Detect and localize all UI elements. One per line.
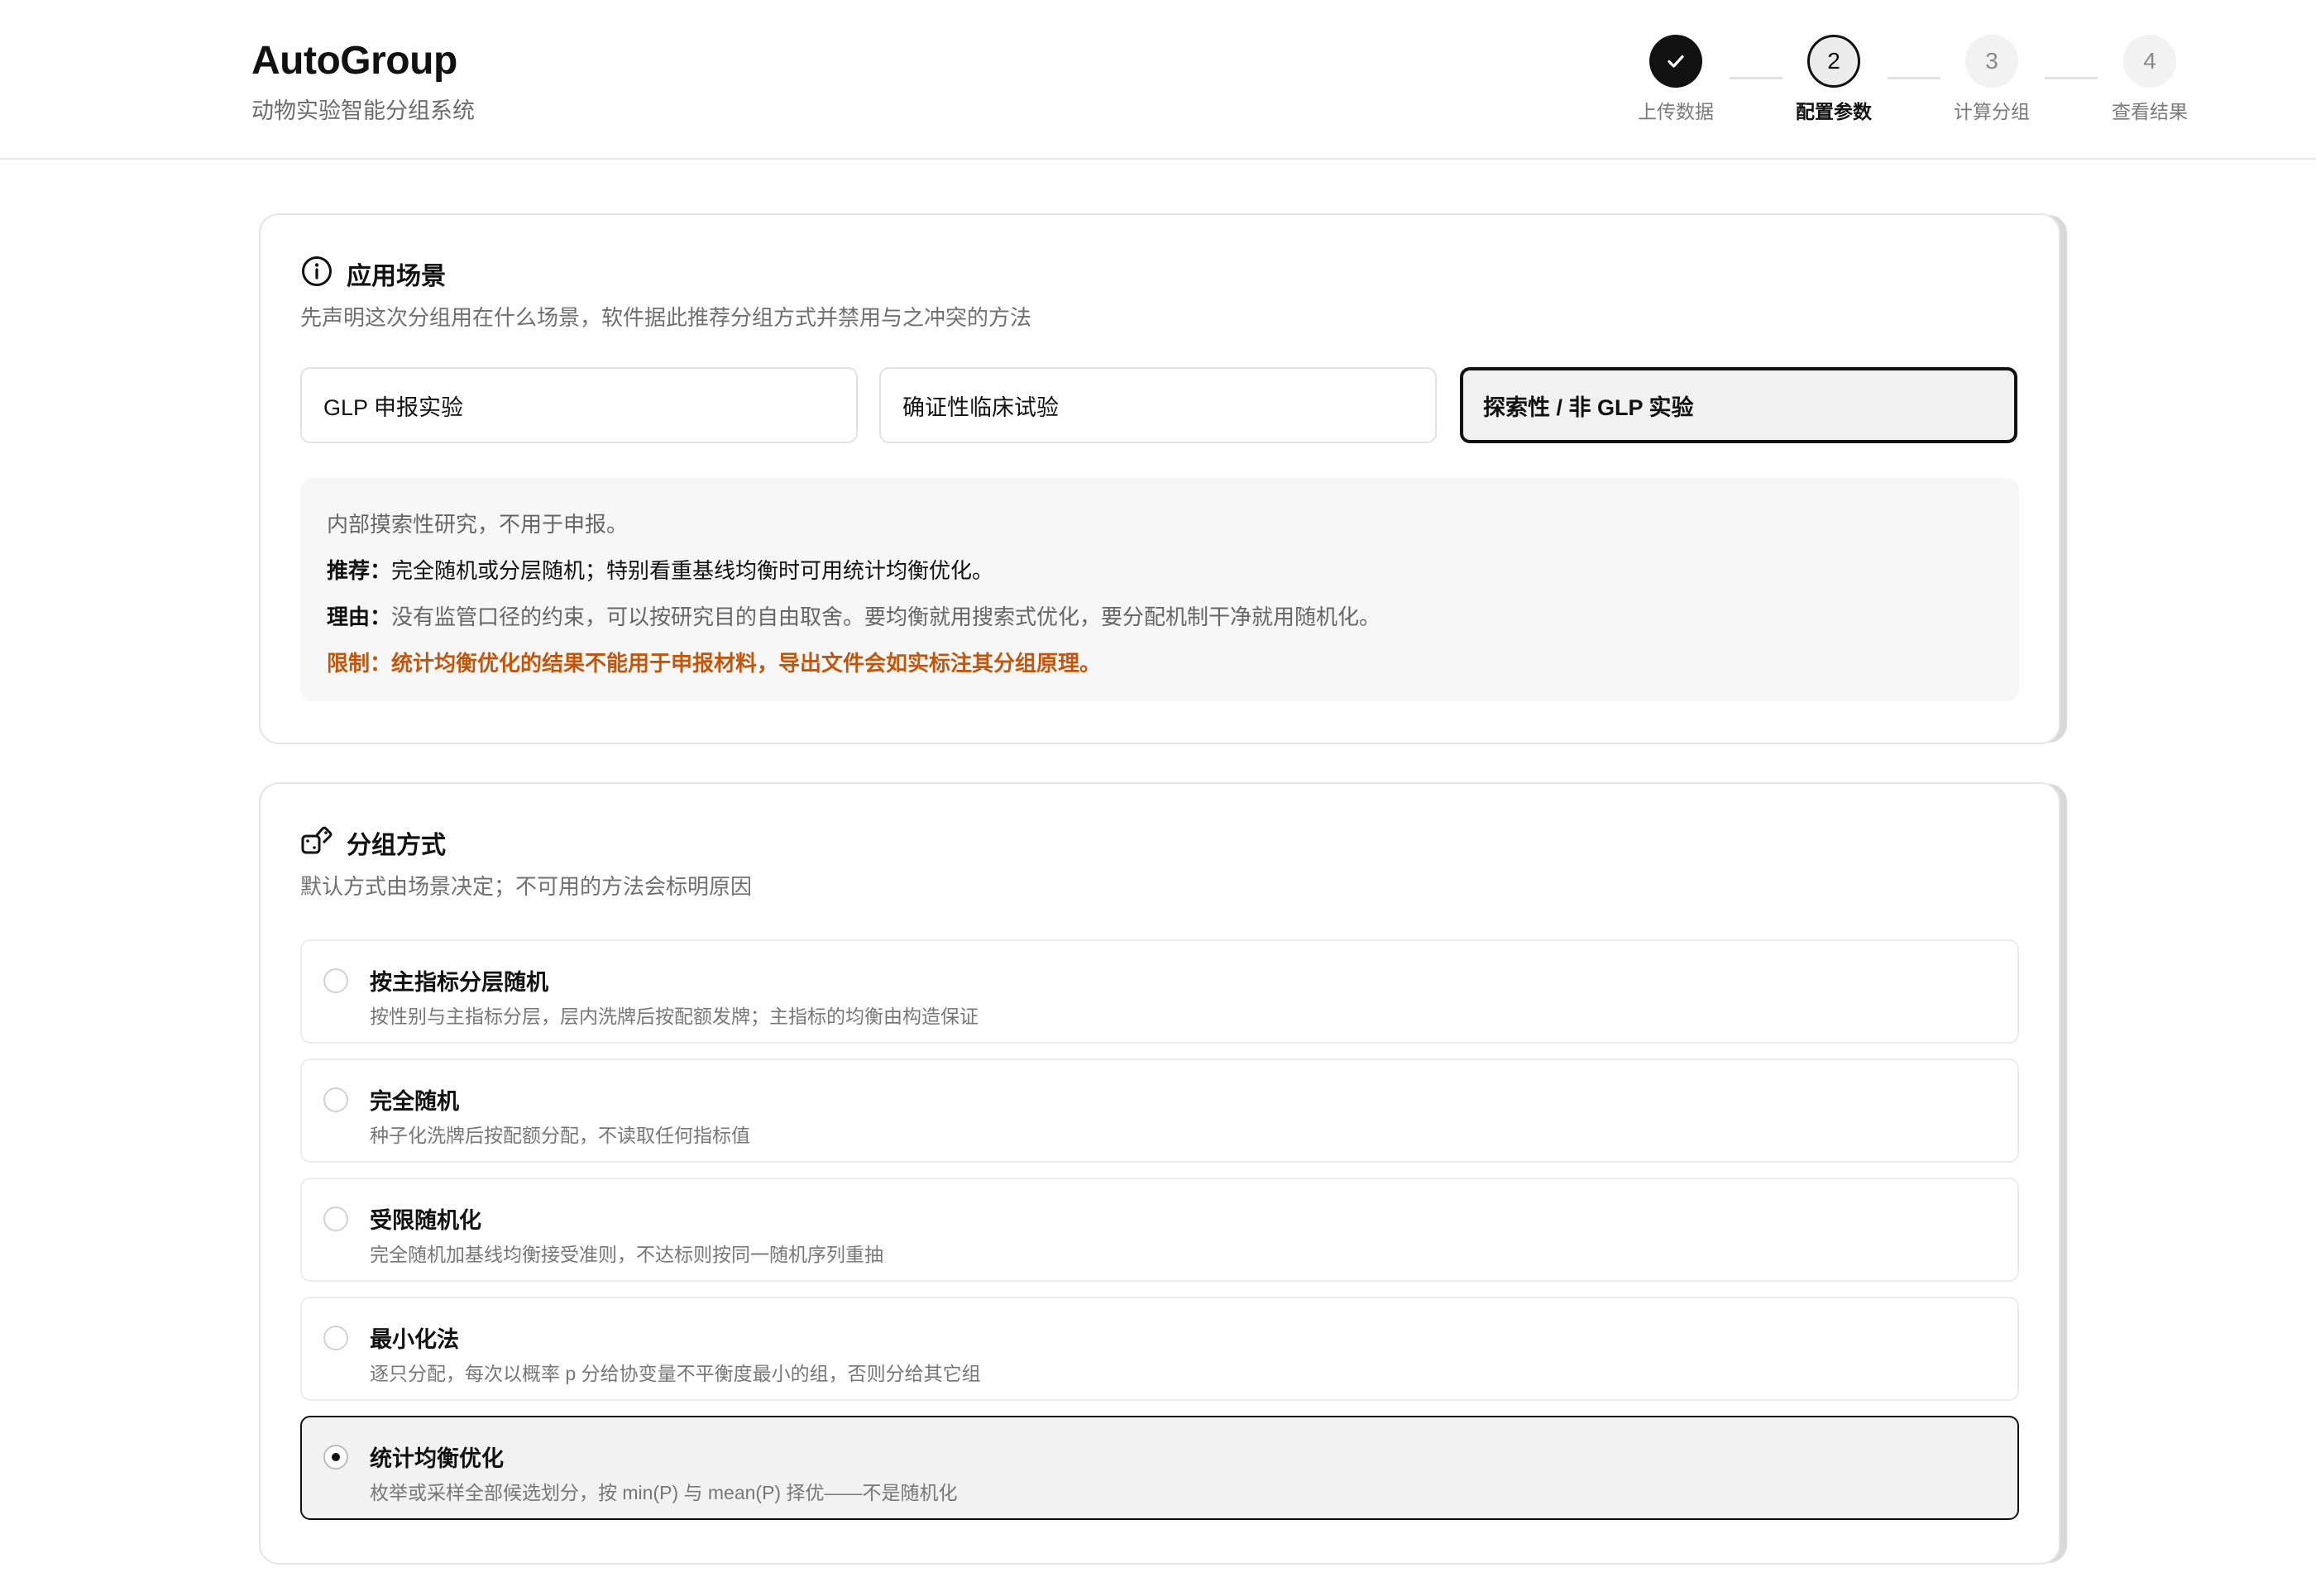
info-summary: 内部摸索性研究，不用于申报。 xyxy=(327,512,629,537)
check-icon xyxy=(1649,35,1702,88)
reason-text: 没有监管口径的约束，可以按研究目的自由取舍。要均衡就用搜索式优化，要分配机制干净… xyxy=(391,604,1381,629)
info-icon xyxy=(300,255,333,292)
step-results[interactable]: 4 查看结果 xyxy=(2084,35,2216,124)
method-title: 分组方式 xyxy=(347,831,446,859)
step-upload[interactable]: 上传数据 xyxy=(1610,35,1742,124)
step-number: 3 xyxy=(1965,35,2018,88)
recommend-label: 推荐： xyxy=(327,558,392,583)
radio-button[interactable] xyxy=(323,1207,348,1231)
method-description: 默认方式由场景决定；不可用的方法会标明原因 xyxy=(300,874,753,899)
scenario-info-box: 内部摸索性研究，不用于申报。 推荐：完全随机或分层随机；特别看重基线均衡时可用统… xyxy=(300,478,2019,701)
radio-button[interactable] xyxy=(323,1087,348,1112)
method-option-minimization[interactable]: 最小化法 逐只分配，每次以概率 p 分给协变量不平衡度最小的组，否则分给其它组 xyxy=(300,1297,2019,1401)
method-option-balance-optimization[interactable]: 统计均衡优化 枚举或采样全部候选划分，按 min(P) 与 mean(P) 择优… xyxy=(300,1416,2019,1520)
step-label: 计算分组 xyxy=(1954,101,2030,122)
reason-label: 理由： xyxy=(327,604,392,629)
scenario-description: 先声明这次分组用在什么场景，软件据此推荐分组方式并禁用与之冲突的方法 xyxy=(300,305,1032,330)
method-name: 受限随机化 xyxy=(370,1208,481,1233)
method-option-complete-random[interactable]: 完全随机 种子化洗牌后按配额分配，不读取任何指标值 xyxy=(300,1058,2019,1163)
method-name: 按主指标分层随机 xyxy=(370,970,548,995)
step-compute[interactable]: 3 计算分组 xyxy=(1926,35,2058,124)
step-label: 上传数据 xyxy=(1638,101,1714,122)
radio-button-selected[interactable] xyxy=(323,1445,348,1469)
scenario-option-clinical[interactable]: 确证性临床试验 xyxy=(879,367,1437,443)
method-card: 分组方式 默认方式由场景决定；不可用的方法会标明原因 按主指标分层随机 按性别与… xyxy=(259,782,2060,1565)
method-header: 分组方式 xyxy=(300,824,446,861)
limit-text: 统计均衡优化的结果不能用于申报材料，导出文件会如实标注其分组原理。 xyxy=(391,651,1102,676)
dice-icon xyxy=(300,824,333,861)
method-name: 最小化法 xyxy=(370,1327,459,1352)
app-subtitle: 动物实验智能分组系统 xyxy=(251,98,475,123)
method-desc: 完全随机加基线均衡接受准则，不达标则按同一随机序列重抽 xyxy=(370,1244,883,1265)
info-recommendation: 推荐：完全随机或分层随机；特别看重基线均衡时可用统计均衡优化。 xyxy=(327,554,993,585)
method-desc: 按性别与主指标分层，层内洗牌后按配额发牌；主指标的均衡由构造保证 xyxy=(370,1006,979,1027)
scenario-title: 应用场景 xyxy=(347,262,446,290)
recommend-text: 完全随机或分层随机；特别看重基线均衡时可用统计均衡优化。 xyxy=(391,558,994,583)
info-limitation: 限制：统计均衡优化的结果不能用于申报材料，导出文件会如实标注其分组原理。 xyxy=(327,647,1101,677)
step-number: 2 xyxy=(1807,35,1860,88)
step-configure[interactable]: 2 配置参数 xyxy=(1768,35,1900,124)
method-desc: 逐只分配，每次以概率 p 分给协变量不平衡度最小的组，否则分给其它组 xyxy=(370,1363,981,1384)
scenario-header: 应用场景 xyxy=(300,255,446,292)
method-desc: 种子化洗牌后按配额分配，不读取任何指标值 xyxy=(370,1125,750,1146)
radio-button[interactable] xyxy=(323,1326,348,1350)
scenario-card: 应用场景 先声明这次分组用在什么场景，软件据此推荐分组方式并禁用与之冲突的方法 … xyxy=(259,213,2060,744)
step-number: 4 xyxy=(2123,35,2176,88)
radio-dot xyxy=(332,1453,340,1461)
scenario-option-glp[interactable]: GLP 申报实验 xyxy=(300,367,858,443)
scenario-option-exploratory[interactable]: 探索性 / 非 GLP 实验 xyxy=(1460,367,2017,443)
method-name: 统计均衡优化 xyxy=(370,1446,504,1471)
info-reason: 理由：没有监管口径的约束，可以按研究目的自由取舍。要均衡就用搜索式优化，要分配机… xyxy=(327,600,1381,631)
method-option-restricted[interactable]: 受限随机化 完全随机加基线均衡接受准则，不达标则按同一随机序列重抽 xyxy=(300,1178,2019,1282)
step-label: 配置参数 xyxy=(1796,101,1872,122)
radio-button[interactable] xyxy=(323,968,348,993)
method-desc: 枚举或采样全部候选划分，按 min(P) 与 mean(P) 择优——不是随机化 xyxy=(370,1482,958,1503)
method-option-stratified[interactable]: 按主指标分层随机 按性别与主指标分层，层内洗牌后按配额发牌；主指标的均衡由构造保… xyxy=(300,939,2019,1044)
app-header: AutoGroup 动物实验智能分组系统 上传数据 2 配置参数 3 计算分组 … xyxy=(0,0,2316,160)
app-title: AutoGroup xyxy=(251,39,457,83)
step-label: 查看结果 xyxy=(2112,101,2188,122)
method-name: 完全随机 xyxy=(370,1089,459,1114)
limit-label: 限制： xyxy=(327,651,392,676)
